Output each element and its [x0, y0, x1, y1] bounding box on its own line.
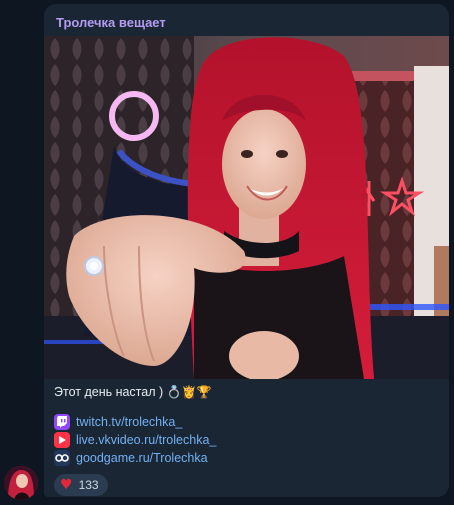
chat-view: Тролечка вещает Этот день настал) 💍👸🏆 t… [0, 0, 454, 505]
message-bubble: Тролечка вещает Этот день настал) 💍👸🏆 t… [44, 4, 449, 497]
channel-avatar[interactable] [4, 466, 38, 500]
link-vkvideo[interactable]: live.vkvideo.ru/trolechka_ [54, 431, 216, 448]
reaction-count: 133 [78, 478, 99, 492]
links-list: twitch.tv/trolechka_ live.vkvideo.ru/tro… [54, 413, 216, 467]
link-goodgame[interactable]: goodgame.ru/Trolechka [54, 449, 216, 466]
link-vkvideo-text[interactable]: live.vkvideo.ru/trolechka_ [76, 433, 216, 447]
post-photo[interactable] [44, 36, 449, 379]
post-caption: Этот день настал ) 💍👸🏆 [54, 385, 211, 399]
link-goodgame-text[interactable]: goodgame.ru/Trolechka [76, 451, 208, 465]
vk-video-icon [54, 431, 70, 448]
sender-name[interactable]: Тролечка вещает [56, 15, 166, 30]
heart-icon: ♥ [60, 477, 73, 493]
twitch-icon [54, 413, 70, 430]
goodgame-icon [54, 449, 70, 466]
link-twitch[interactable]: twitch.tv/trolechka_ [54, 413, 216, 430]
reaction-button[interactable]: ♥ 133 [54, 474, 108, 496]
link-twitch-text[interactable]: twitch.tv/trolechka_ [76, 415, 182, 429]
caption-text: Этот день настал ) [54, 385, 164, 399]
caption-emoji: 💍👸🏆 [166, 385, 212, 399]
